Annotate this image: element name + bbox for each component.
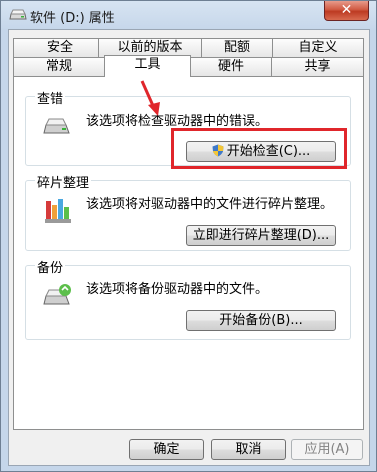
defrag-description: 该选项将对驱动器中的文件进行碎片整理。 (86, 197, 334, 212)
tab-customize[interactable]: 自定义 (272, 38, 364, 57)
disk-check-icon (43, 118, 70, 134)
tab-tools[interactable]: 工具 (104, 55, 191, 77)
defrag-group: 碎片整理 该选项将对驱动器中的文件进行碎片整理。 立即进行碎片整理(D)... (25, 172, 351, 251)
backup-group: 备份 该选项将备份驱动器中的文件。 开始备份(B)... (25, 257, 351, 340)
start-backup-button[interactable]: 开始备份(B)... (186, 310, 336, 331)
defrag-title: 碎片整理 (35, 172, 92, 191)
defrag-icon (45, 199, 71, 223)
error-checking-description: 该选项将检查驱动器中的错误。 (86, 114, 269, 129)
tab-sharing[interactable]: 共享 (271, 57, 364, 76)
title-bar: 软件 (D:) 属性 ✕ (1, 1, 376, 29)
dialog-client-area: 安全 以前的版本 配额 自定义 常规 工具 硬件 共享 查错 该选项将检查驱动器… (8, 29, 370, 466)
defrag-now-button[interactable]: 立即进行碎片整理(D)... (186, 225, 336, 246)
window-title: 软件 (D:) 属性 (30, 11, 115, 26)
drive-icon (9, 9, 27, 20)
properties-window: 软件 (D:) 属性 ✕ 安全 以前的版本 配额 自定义 常规 工具 硬件 共享… (0, 0, 377, 472)
ok-button[interactable]: 确定 (129, 439, 204, 460)
backup-title: 备份 (35, 257, 66, 276)
apply-button[interactable]: 应用(A) (291, 439, 363, 460)
tab-quota[interactable]: 配额 (201, 38, 273, 57)
cancel-button[interactable]: 取消 (211, 439, 286, 460)
tab-security[interactable]: 安全 (13, 38, 107, 57)
tab-general[interactable]: 常规 (13, 57, 105, 76)
error-checking-title: 查错 (35, 88, 66, 107)
close-button[interactable]: ✕ (324, 1, 369, 21)
backup-icon (43, 284, 71, 305)
backup-description: 该选项将备份驱动器中的文件。 (86, 282, 269, 297)
tab-hardware[interactable]: 硬件 (190, 57, 272, 76)
highlight-box (171, 128, 347, 169)
close-icon: ✕ (340, 2, 353, 18)
arrow-annotation (140, 80, 160, 116)
